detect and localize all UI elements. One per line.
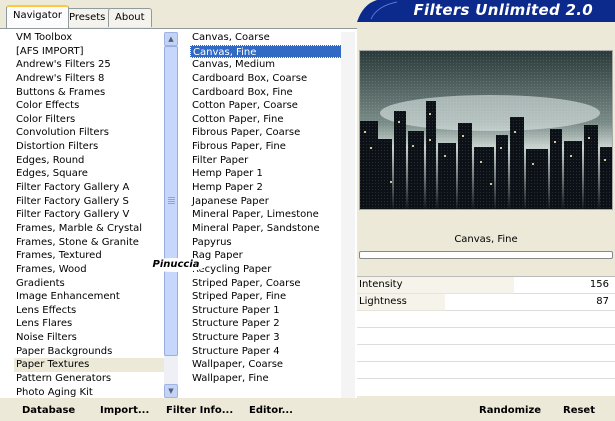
list-item[interactable]: Mineral Paper, Limestone (190, 208, 350, 222)
list-item[interactable]: Lens Effects (14, 304, 164, 318)
bottom-toolbar: Database Import... Filter Info... Editor… (0, 398, 615, 421)
list-item[interactable]: Canvas, Coarse (190, 31, 350, 45)
list-item[interactable]: Frames, Textured (14, 249, 164, 263)
list-item[interactable]: Frames, Stone & Granite (14, 236, 164, 250)
list-item[interactable]: Image Enhancement (14, 290, 164, 304)
list-item[interactable]: Hemp Paper 2 (190, 181, 350, 195)
list-item[interactable]: Buttons & Frames (14, 86, 164, 100)
list-item[interactable]: Lens Flares (14, 317, 164, 331)
scroll-up-icon[interactable]: ▲ (164, 32, 178, 46)
list-item[interactable]: Color Filters (14, 113, 164, 127)
list-item[interactable]: Edges, Square (14, 167, 164, 181)
list-item[interactable]: Canvas, Fine (190, 44, 350, 59)
list-item[interactable]: Cardboard Box, Coarse (190, 72, 350, 86)
list-item[interactable]: Papyrus (190, 236, 350, 250)
banner-title: Filters Unlimited 2.0 (413, 1, 593, 19)
list-item[interactable]: Fibrous Paper, Coarse (190, 126, 350, 140)
list-item[interactable]: Filter Factory Gallery A (14, 181, 164, 195)
list-item[interactable]: Distortion Filters (14, 140, 164, 154)
list-item[interactable]: Structure Paper 2 (190, 317, 350, 331)
list-item[interactable]: Pattern Generators (14, 372, 164, 386)
filter-list[interactable]: Canvas, Coarse Canvas, Fine Canvas, Medium… (190, 31, 350, 386)
slider-intensity[interactable]: Intensity 156 (357, 277, 615, 294)
list-item[interactable]: Filter Paper (190, 154, 350, 168)
list-item[interactable]: Structure Paper 4 (190, 345, 350, 359)
database-button[interactable]: Database (22, 405, 75, 416)
list-item[interactable]: VM Toolbox (14, 31, 164, 45)
list-item[interactable]: Mineral Paper, Sandstone (190, 222, 350, 236)
slider-empty (357, 311, 615, 328)
filter-scrollbar[interactable] (341, 32, 355, 398)
slider-empty (357, 362, 615, 379)
list-item[interactable]: Andrew's Filters 8 (14, 72, 164, 86)
scroll-down-icon[interactable]: ▼ (164, 384, 178, 398)
slider-lightness[interactable]: Lightness 87 (357, 294, 615, 311)
list-item[interactable]: Striped Paper, Coarse (190, 277, 350, 291)
list-item[interactable]: [AFS IMPORT] (14, 45, 164, 59)
list-item[interactable]: Andrew's Filters 25 (14, 58, 164, 72)
progress-bar (359, 251, 613, 259)
list-item[interactable]: Frames, Marble & Crystal (14, 222, 164, 236)
preview-panel: Canvas, Fine Intensity 156 Lightness 87 (357, 28, 615, 398)
preview-image (359, 50, 613, 210)
list-item[interactable]: Noise Filters (14, 331, 164, 345)
list-item[interactable]: Structure Paper 3 (190, 331, 350, 345)
list-item[interactable]: Filter Factory Gallery V (14, 208, 164, 222)
slider-value: 87 (596, 296, 609, 307)
randomize-button[interactable]: Randomize (479, 405, 541, 416)
category-scroll-thumb[interactable] (164, 46, 178, 356)
slider-list: Intensity 156 Lightness 87 (357, 276, 615, 396)
tab-strip: Navigator Presets About Filters Unlimite… (0, 0, 615, 28)
slider-empty (357, 345, 615, 362)
import-button[interactable]: Import... (100, 405, 149, 416)
list-item[interactable]: Striped Paper, Fine (190, 290, 350, 304)
list-item[interactable]: Hemp Paper 1 (190, 167, 350, 181)
list-item[interactable]: Filter Factory Gallery S (14, 195, 164, 209)
list-item[interactable]: Cotton Paper, Fine (190, 113, 350, 127)
list-item[interactable]: Gradients (14, 277, 164, 291)
list-item[interactable]: Rag Paper (190, 249, 350, 263)
filter-info-button[interactable]: Filter Info... (166, 405, 233, 416)
list-item[interactable]: Structure Paper 1 (190, 304, 350, 318)
tab-about[interactable]: About (108, 8, 152, 27)
category-scrollbar[interactable]: ▲ ▼ (164, 32, 178, 398)
slider-marker-icon (451, 268, 465, 276)
list-item[interactable]: Cardboard Box, Fine (190, 86, 350, 100)
list-item[interactable]: Wallpaper, Coarse (190, 358, 350, 372)
list-item[interactable]: Paper Textures (14, 358, 164, 373)
list-item[interactable]: Wallpaper, Fine (190, 372, 350, 386)
list-item[interactable]: Frames, Wood (14, 263, 164, 277)
tab-navigator[interactable]: Navigator (6, 5, 69, 28)
category-list[interactable]: VM Toolbox [AFS IMPORT] Andrew's Filters 2… (14, 31, 164, 399)
list-item[interactable]: Convolution Filters (14, 126, 164, 140)
slider-label: Lightness (359, 296, 407, 307)
list-item[interactable]: Japanese Paper (190, 195, 350, 209)
tab-presets[interactable]: Presets (62, 8, 113, 27)
list-item[interactable]: Recycling Paper (190, 263, 350, 277)
watermark: Pinuccia (145, 258, 207, 272)
editor-button[interactable]: Editor... (249, 405, 293, 416)
list-item[interactable]: Fibrous Paper, Fine (190, 140, 350, 154)
list-item[interactable]: Edges, Round (14, 154, 164, 168)
title-banner: Filters Unlimited 2.0 (357, 0, 615, 22)
list-item[interactable]: Paper Backgrounds (14, 345, 164, 359)
reset-button[interactable]: Reset (563, 405, 595, 416)
city-night-image (360, 51, 612, 209)
list-item[interactable]: Cotton Paper, Coarse (190, 99, 350, 113)
slider-empty (357, 328, 615, 345)
filter-name-label: Canvas, Fine (454, 234, 518, 245)
list-item[interactable]: Color Effects (14, 99, 164, 113)
slider-value: 156 (589, 279, 609, 290)
list-item[interactable]: Canvas, Medium (190, 58, 350, 72)
slider-label: Intensity (359, 279, 403, 290)
